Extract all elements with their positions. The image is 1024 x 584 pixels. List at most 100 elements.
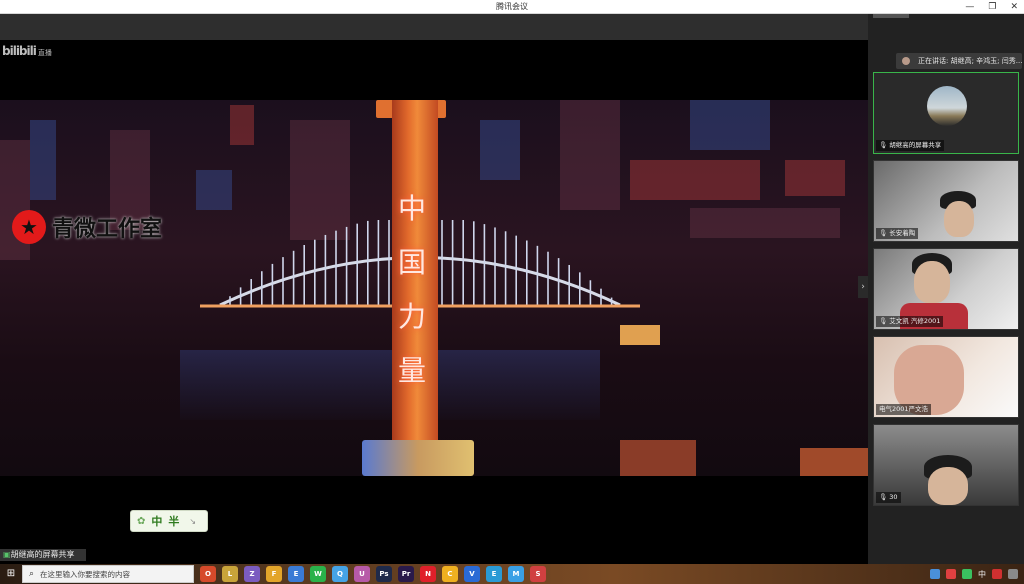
search-icon: ⌕: [29, 569, 35, 579]
tower-char: 量: [398, 354, 427, 387]
tray-app-icon[interactable]: [946, 569, 956, 579]
windows-taskbar: ⊞ ⌕ 在这里输入你要搜索的内容 O L Z F E W Q U Ps Pr N C V E M S 中: [0, 564, 1024, 584]
tower-char: 中: [398, 192, 427, 225]
studio-watermark: ★ 青微工作室: [12, 210, 162, 244]
participant-name: 🎙 30: [876, 492, 901, 503]
taskbar-app-icon[interactable]: O: [200, 566, 216, 582]
building: [785, 160, 845, 196]
ime-mode-half[interactable]: 半: [168, 513, 179, 529]
window-title: 腾讯会议: [496, 2, 528, 11]
taskbar-app-icon[interactable]: Q: [332, 566, 348, 582]
participant-name-text: 电气2001严文浩: [879, 405, 929, 413]
participant-tile[interactable]: 🎙 长安着陶: [873, 160, 1019, 242]
participant-name-text: 长安着陶: [889, 229, 916, 237]
mic-icon: 🎙: [879, 317, 888, 325]
gear-icon[interactable]: ✿: [137, 516, 145, 527]
building: [196, 170, 232, 210]
mic-icon: 🎙: [879, 229, 888, 237]
share-status-label: ▣胡继高的屏幕共享: [0, 549, 86, 561]
platform-logo: bilibili: [2, 44, 37, 58]
share-label-text: 胡继高的屏幕共享: [10, 550, 75, 559]
star-icon: ★: [12, 210, 46, 244]
platform-suffix: 直播: [37, 49, 52, 57]
share-top-bar: [0, 14, 868, 40]
video-frame: 中 国 力 量 ★ 青微工作室: [0, 100, 868, 476]
speaking-text: 正在讲话: 胡继高; 辛鸿玉; 闫秀...: [918, 57, 1022, 65]
search-placeholder: 在这里输入你要搜索的内容: [40, 569, 131, 579]
avatar: [927, 86, 967, 126]
mic-icon: 🎙: [879, 141, 888, 149]
taskbar-app-icon[interactable]: M: [508, 566, 524, 582]
taskbar-app-icon[interactable]: V: [464, 566, 480, 582]
ime-toolbar[interactable]: ✿ 中 半 ↘: [130, 510, 208, 532]
taskbar-search-box[interactable]: ⌕ 在这里输入你要搜索的内容: [22, 565, 194, 583]
window-controls: — ❐ ✕: [965, 0, 1018, 14]
led-billboard: [362, 440, 474, 476]
pagoda: [620, 440, 696, 476]
taskbar-app-icon[interactable]: L: [222, 566, 238, 582]
panel-handle[interactable]: [873, 14, 909, 18]
tray-shield-icon[interactable]: [930, 569, 940, 579]
tray-app-icon[interactable]: [992, 569, 1002, 579]
participant-tile[interactable]: 🎙 30: [873, 424, 1019, 506]
meeting-window: 腾讯会议 — ❐ ✕ bilibili 直播 中 国 力 量 ★ 青微工作室 ›…: [0, 0, 1024, 584]
participant-name: 电气2001严文浩: [876, 404, 932, 415]
participant-tile[interactable]: 🎙 胡继高的屏幕共享: [873, 72, 1019, 154]
participant-name-text: 胡继高的屏幕共享: [889, 141, 942, 149]
tower-char: 力: [398, 300, 427, 333]
participant-tile[interactable]: 电气2001严文浩: [873, 336, 1019, 418]
participant-video: [944, 201, 974, 237]
taskbar-apps: O L Z F E W Q U Ps Pr N C V E M S: [200, 566, 546, 582]
taskbar-app-icon[interactable]: U: [354, 566, 370, 582]
participant-tile[interactable]: 🎙 艾文凯 汽修2001: [873, 248, 1019, 330]
minimize-button[interactable]: —: [965, 2, 974, 12]
building: [560, 100, 620, 210]
mic-icon: 🎙: [879, 493, 888, 501]
lit-building: [620, 325, 660, 345]
close-button[interactable]: ✕: [1010, 2, 1018, 12]
participant-name: 🎙 胡继高的屏幕共享: [876, 140, 945, 151]
participant-video: [914, 261, 950, 303]
taskbar-app-icon[interactable]: E: [288, 566, 304, 582]
watermark-text: 青微工作室: [52, 216, 163, 242]
taskbar-app-icon[interactable]: W: [310, 566, 326, 582]
participant-name: 🎙 艾文凯 汽修2001: [876, 316, 944, 327]
start-button[interactable]: ⊞: [0, 564, 22, 584]
system-tray: 中: [844, 564, 1024, 584]
participant-name-text: 艾文凯 汽修2001: [889, 317, 941, 325]
taskbar-app-icon[interactable]: F: [266, 566, 282, 582]
building: [690, 100, 770, 150]
bilibili-logo: bilibili 直播: [2, 44, 52, 58]
participant-video: [928, 467, 968, 505]
building: [690, 208, 840, 238]
speaking-indicator: 正在讲话: 胡继高; 辛鸿玉; 闫秀...: [896, 53, 1022, 69]
shared-screen[interactable]: bilibili 直播 中 国 力 量 ★ 青微工作室 › ✿ 中 半 ↘: [0, 14, 868, 564]
building: [480, 120, 520, 180]
tower-char: 国: [398, 246, 427, 279]
tray-app-icon[interactable]: [962, 569, 972, 579]
taskbar-app-icon[interactable]: N: [420, 566, 436, 582]
share-icon: ▣: [3, 550, 11, 559]
taskbar-app-icon[interactable]: C: [442, 566, 458, 582]
participant-name-text: 30: [889, 493, 898, 501]
taskbar-app-icon[interactable]: E: [486, 566, 502, 582]
taskbar-app-icon[interactable]: Z: [244, 566, 260, 582]
taskbar-app-icon[interactable]: S: [530, 566, 546, 582]
taskbar-app-icon[interactable]: Pr: [398, 566, 414, 582]
ime-expand-icon[interactable]: ↘: [189, 517, 196, 526]
building: [630, 160, 760, 200]
ime-mode-chinese[interactable]: 中: [151, 513, 162, 529]
tower-text: 中 国 力 量: [398, 182, 427, 398]
notification-icon[interactable]: [1008, 569, 1018, 579]
speaker-avatar-icon: [902, 57, 910, 65]
panel-toggle-arrow[interactable]: ›: [858, 276, 868, 298]
building: [230, 105, 254, 145]
building: [30, 120, 56, 200]
river-reflection: [180, 350, 600, 420]
maximize-button[interactable]: ❐: [988, 2, 996, 12]
taskbar-app-icon[interactable]: Ps: [376, 566, 392, 582]
title-bar: 腾讯会议 — ❐ ✕: [0, 0, 1024, 14]
ime-indicator[interactable]: 中: [978, 569, 986, 580]
participant-name: 🎙 长安着陶: [876, 228, 919, 239]
pagoda: [800, 448, 868, 476]
